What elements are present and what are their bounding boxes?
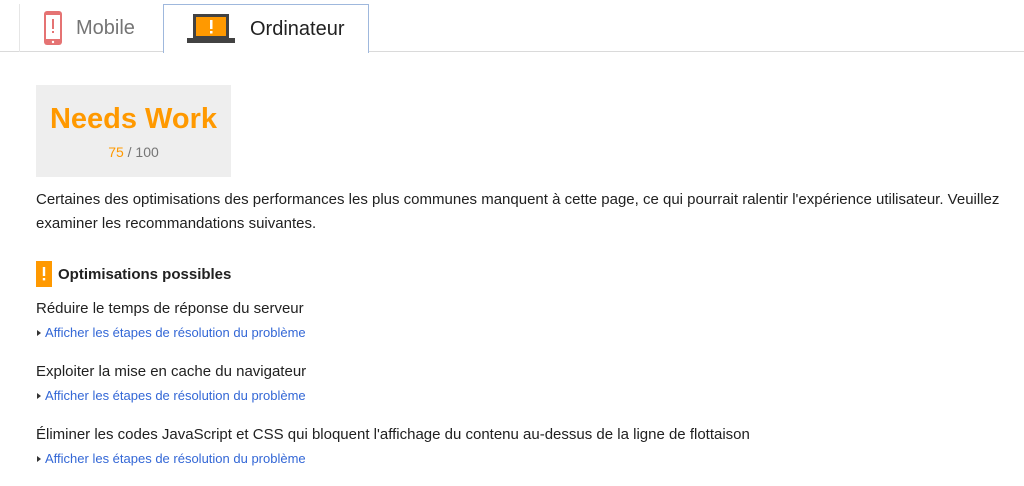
tab-mobile-label: Mobile xyxy=(76,16,135,39)
show-steps-link-label: Afficher les étapes de résolution du pro… xyxy=(45,325,306,340)
score-value: 75 xyxy=(108,144,124,160)
warning-icon xyxy=(36,261,52,287)
expand-arrow-icon xyxy=(37,456,41,462)
score-label: Needs Work xyxy=(49,103,218,135)
section-title: Optimisations possibles xyxy=(58,265,232,283)
show-steps-link-label: Afficher les étapes de résolution du pro… xyxy=(45,388,306,403)
laptop-icon xyxy=(187,14,235,43)
score-max: / 100 xyxy=(127,144,159,160)
device-tab-bar: Mobile Ordinateur xyxy=(0,0,1024,53)
score-box: Needs Work 75 / 100 xyxy=(36,85,231,177)
show-steps-link[interactable]: Afficher les étapes de résolution du pro… xyxy=(36,451,1016,467)
rule-item: Réduire le temps de réponse du serveur A… xyxy=(36,299,1016,341)
section-header: Optimisations possibles xyxy=(36,261,231,287)
summary-text: Certaines des optimisations des performa… xyxy=(36,191,1000,232)
tab-mobile[interactable]: Mobile xyxy=(19,4,163,52)
rule-title: Exploiter la mise en cache du navigateur xyxy=(36,363,307,380)
score-line: 75 / 100 xyxy=(36,144,231,160)
expand-arrow-icon xyxy=(37,330,41,336)
show-steps-link[interactable]: Afficher les étapes de résolution du pro… xyxy=(36,325,1016,341)
rule-title: Réduire le temps de réponse du serveur xyxy=(36,300,304,317)
show-steps-link-label: Afficher les étapes de résolution du pro… xyxy=(45,451,306,466)
rule-item: Éliminer les codes JavaScript et CSS qui… xyxy=(36,425,1016,467)
rule-item: Exploiter la mise en cache du navigateur… xyxy=(36,362,1016,404)
tab-desktop-label: Ordinateur xyxy=(250,17,345,40)
show-steps-link[interactable]: Afficher les étapes de résolution du pro… xyxy=(36,388,1016,404)
tab-desktop[interactable]: Ordinateur xyxy=(163,4,369,53)
phone-icon xyxy=(44,11,62,45)
expand-arrow-icon xyxy=(37,393,41,399)
rule-title: Éliminer les codes JavaScript et CSS qui… xyxy=(36,426,750,443)
